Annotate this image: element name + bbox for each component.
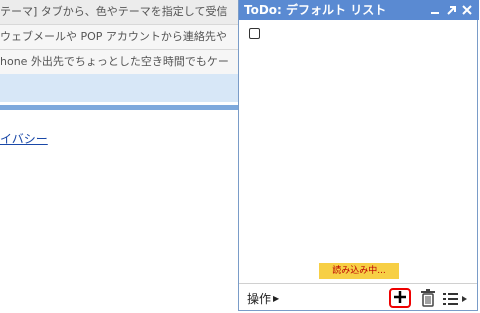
blue-divider	[0, 105, 238, 110]
gmail-background: テーマ] タブから、色やテーマを指定して受信 ウェブメールや POP アカウント…	[0, 0, 238, 313]
task-checkbox[interactable]	[249, 28, 260, 39]
plus-icon	[393, 290, 407, 307]
privacy-link[interactable]: イバシー	[0, 130, 48, 147]
tip-row-theme: テーマ] タブから、色やテーマを指定して受信	[0, 0, 238, 25]
actions-menu-button[interactable]: 操作 ▶	[247, 290, 279, 307]
close-icon[interactable]	[461, 4, 473, 16]
add-task-button[interactable]	[389, 288, 411, 308]
todo-footer: 操作 ▶	[239, 283, 477, 312]
task-item	[249, 28, 260, 39]
popout-icon[interactable]	[445, 4, 457, 16]
triangle-right-icon: ▶	[273, 294, 280, 303]
switch-list-button[interactable]	[442, 291, 470, 307]
list-menu-icon	[442, 293, 470, 310]
trash-icon	[420, 289, 436, 310]
titlebar-controls	[429, 0, 473, 20]
delete-task-button[interactable]	[420, 289, 436, 307]
todo-panel: ToDo: デフォルト リスト 読み込み中... 操作 ▶	[238, 0, 479, 312]
tip-row-contacts: ウェブメールや POP アカウントから連絡先や	[0, 25, 238, 50]
minimize-icon[interactable]	[429, 4, 441, 16]
loading-indicator: 読み込み中...	[319, 263, 399, 279]
actions-label: 操作	[247, 292, 272, 306]
todo-title: ToDo: デフォルト リスト	[244, 3, 387, 17]
tip-row-mobile: hone 外出先でちょっとした空き時間でもケー	[0, 50, 238, 75]
blue-band	[0, 74, 238, 102]
todo-titlebar[interactable]: ToDo: デフォルト リスト	[239, 0, 479, 20]
